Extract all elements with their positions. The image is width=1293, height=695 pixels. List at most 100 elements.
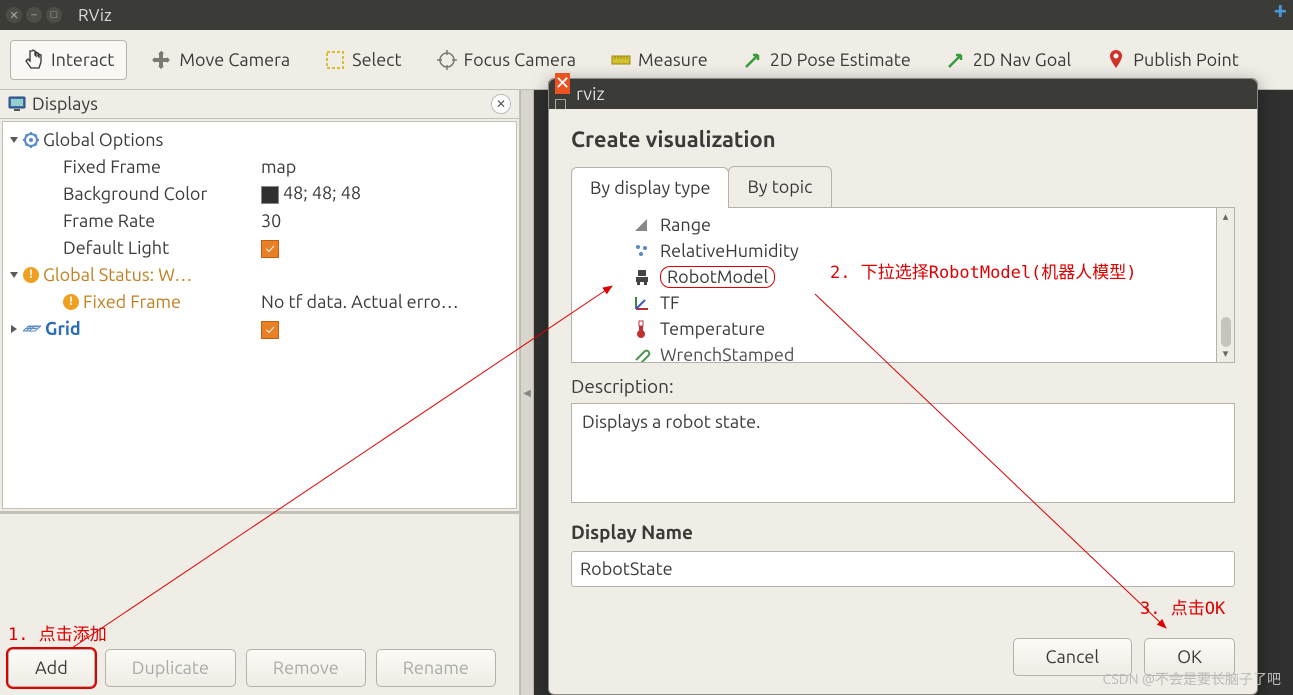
select-icon: [324, 49, 346, 71]
toolbar-overflow-icon[interactable]: +: [1273, 0, 1287, 23]
close-window-button[interactable]: ✕: [6, 7, 22, 23]
robot-model-label: RobotModel: [660, 266, 775, 288]
tab-by-topic[interactable]: By topic: [728, 166, 831, 207]
humidity-icon: [632, 241, 652, 261]
pose-estimate-tool[interactable]: 2D Pose Estimate: [732, 43, 921, 77]
displays-panel-buttons: Add Duplicate Remove Rename: [0, 641, 519, 695]
main-titlebar: ✕ – □ RViz: [0, 0, 1293, 30]
checkbox-checked-icon[interactable]: ✓: [261, 321, 279, 339]
move-camera-label: Move Camera: [179, 50, 290, 70]
robot-icon: [632, 267, 652, 287]
measure-tool[interactable]: Measure: [600, 43, 718, 77]
status-fixed-frame-label: Fixed Frame: [83, 292, 181, 312]
status-fixed-frame-row[interactable]: ! Fixed Frame No tf data. Actual erro…: [3, 288, 516, 315]
checkbox-checked-icon[interactable]: ✓: [261, 240, 279, 258]
move-camera-tool[interactable]: Move Camera: [141, 43, 300, 77]
description-label: Description:: [571, 375, 1235, 397]
pose-estimate-label: 2D Pose Estimate: [770, 50, 911, 70]
frame-rate-value[interactable]: 30: [261, 211, 516, 231]
dialog-title: rviz: [576, 84, 605, 104]
dialog-heading: Create visualization: [571, 127, 1235, 152]
type-range[interactable]: Range: [572, 212, 1216, 238]
ok-button[interactable]: OK: [1144, 638, 1235, 676]
dialog-close-button[interactable]: ✕: [555, 73, 570, 94]
cancel-button[interactable]: Cancel: [1013, 638, 1133, 676]
select-tool[interactable]: Select: [314, 43, 411, 77]
thermometer-icon: [632, 319, 652, 339]
crosshair-icon: [436, 49, 458, 71]
bg-color-value[interactable]: 48; 48; 48: [261, 183, 516, 203]
type-temperature[interactable]: Temperature: [572, 316, 1216, 342]
focus-camera-label: Focus Camera: [464, 50, 576, 70]
dialog-tabs: By display type By topic: [571, 166, 1235, 208]
type-wrench-stamped[interactable]: WrenchStamped: [572, 342, 1216, 363]
display-type-list[interactable]: Range RelativeHumidity RobotModel TF Tem…: [571, 208, 1217, 363]
nav-goal-tool[interactable]: 2D Nav Goal: [935, 43, 1081, 77]
publish-point-label: Publish Point: [1133, 50, 1239, 70]
fixed-frame-label: Fixed Frame: [11, 157, 261, 177]
monitor-icon: [8, 96, 26, 112]
type-list-scrollbar[interactable]: ▴ ▾: [1217, 208, 1235, 363]
green-arrow-icon: [742, 49, 764, 71]
rename-button[interactable]: Rename: [376, 649, 496, 687]
global-options-label: Global Options: [43, 130, 163, 150]
display-name-label: Display Name: [571, 521, 1235, 543]
frame-rate-row[interactable]: Frame Rate 30: [3, 207, 516, 234]
color-swatch: [261, 186, 279, 204]
display-name-input[interactable]: [571, 551, 1235, 587]
scroll-down-icon[interactable]: ▾: [1223, 347, 1229, 360]
dialog-titlebar: ✕ □ rviz: [549, 79, 1257, 109]
type-relative-humidity[interactable]: RelativeHumidity: [572, 238, 1216, 264]
type-tf[interactable]: TF: [572, 290, 1216, 316]
pin-icon: [1105, 49, 1127, 71]
close-panel-button[interactable]: ✕: [491, 94, 511, 114]
hand-cursor-icon: [23, 49, 45, 71]
gear-icon: [23, 132, 39, 148]
move-icon: [151, 49, 173, 71]
bg-color-row[interactable]: Background Color 48; 48; 48: [3, 180, 516, 207]
nav-goal-label: 2D Nav Goal: [973, 50, 1071, 70]
global-status-label: Global Status: W…: [43, 265, 192, 285]
global-options-row[interactable]: Global Options: [3, 126, 516, 153]
add-button[interactable]: Add: [8, 649, 95, 687]
default-light-label: Default Light: [11, 238, 261, 258]
global-status-row[interactable]: ! Global Status: W…: [3, 261, 516, 288]
displays-panel-header: Displays ✕: [0, 90, 519, 119]
panel-splitter[interactable]: ◀: [520, 90, 534, 695]
default-light-row[interactable]: Default Light ✓: [3, 234, 516, 261]
grid-icon: [23, 323, 41, 335]
interact-tool[interactable]: Interact: [10, 40, 127, 80]
displays-details-area: [0, 511, 519, 641]
duplicate-button[interactable]: Duplicate: [105, 649, 236, 687]
tab-by-display-type[interactable]: By display type: [571, 167, 729, 208]
warning-icon: !: [23, 267, 39, 283]
fixed-frame-row[interactable]: Fixed Frame map: [3, 153, 516, 180]
publish-point-tool[interactable]: Publish Point: [1095, 43, 1249, 77]
warning-icon: !: [63, 294, 79, 310]
description-text: Displays a robot state.: [582, 412, 761, 432]
range-icon: [632, 215, 652, 235]
status-fixed-frame-value: No tf data. Actual erro…: [261, 292, 516, 312]
scroll-up-icon[interactable]: ▴: [1223, 210, 1229, 223]
dialog-buttons: Cancel OK: [549, 628, 1257, 694]
frame-rate-label: Frame Rate: [11, 211, 261, 231]
minimize-window-button[interactable]: –: [26, 7, 42, 23]
fixed-frame-value[interactable]: map: [261, 157, 516, 177]
create-visualization-dialog: ✕ □ rviz Create visualization By display…: [548, 78, 1258, 695]
chevron-left-icon: ◀: [523, 387, 531, 399]
displays-panel-title: Displays: [32, 94, 98, 114]
focus-camera-tool[interactable]: Focus Camera: [426, 43, 586, 77]
scroll-thumb[interactable]: [1221, 317, 1231, 347]
type-robot-model[interactable]: RobotModel: [572, 264, 1216, 290]
window-controls: ✕ – □: [6, 7, 62, 23]
measure-label: Measure: [638, 50, 708, 70]
remove-button[interactable]: Remove: [246, 649, 366, 687]
wrench-icon: [632, 345, 652, 363]
axes-icon: [632, 293, 652, 313]
grid-row[interactable]: Grid ✓: [3, 315, 516, 342]
select-label: Select: [352, 50, 401, 70]
maximize-window-button[interactable]: □: [46, 7, 62, 23]
grid-label: Grid: [45, 319, 81, 339]
bg-color-label: Background Color: [11, 184, 261, 204]
displays-tree[interactable]: Global Options Fixed Frame map Backgroun…: [2, 121, 517, 509]
